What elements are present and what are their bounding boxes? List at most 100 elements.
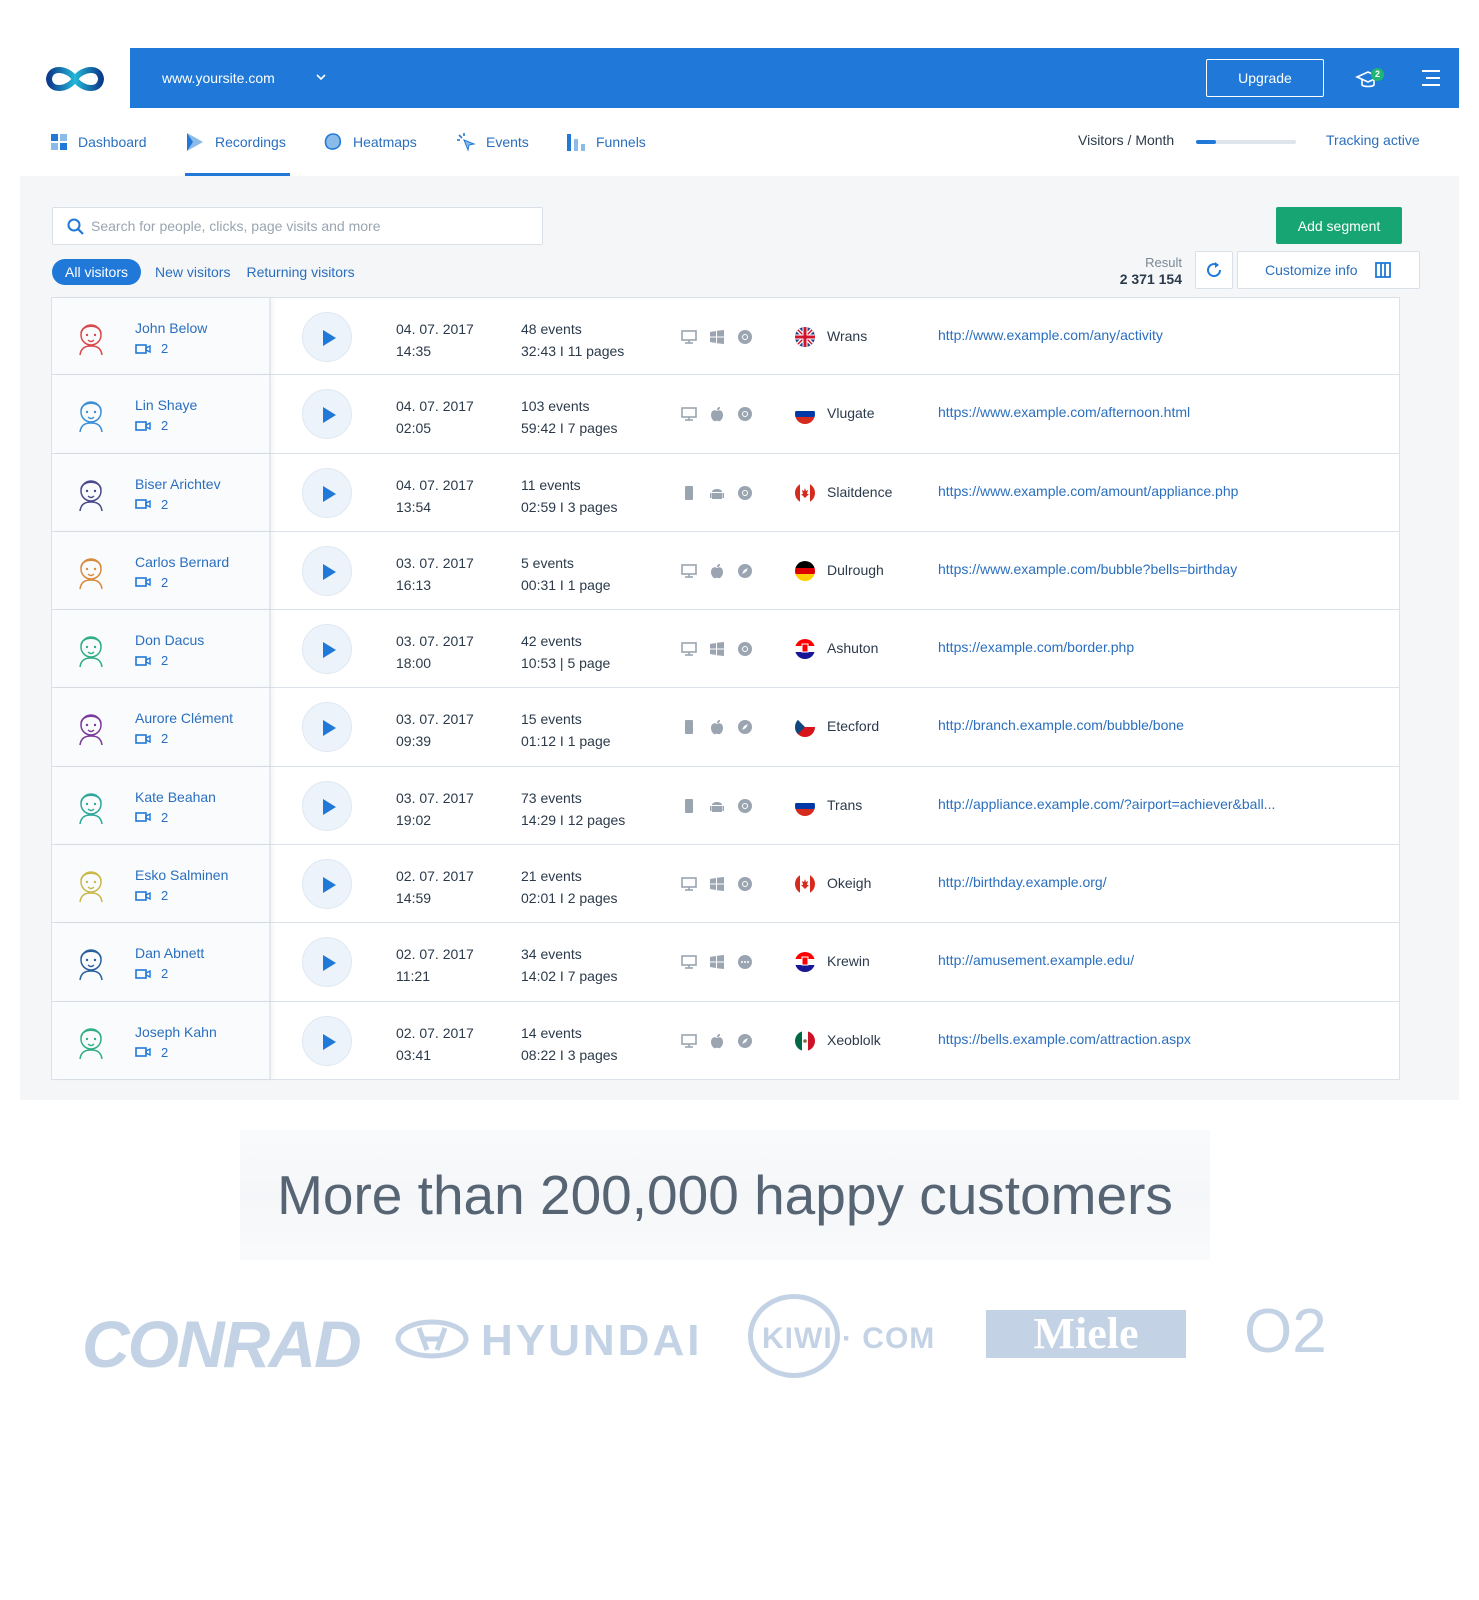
recording-row[interactable]: Carlos Bernard 2 03. 07. 2017 16:13 5 events… xyxy=(51,531,1400,611)
tab-dashboard[interactable]: Dashboard xyxy=(50,108,147,176)
play-button[interactable] xyxy=(302,1015,352,1066)
entry-url-link[interactable]: https://example.com/border.php xyxy=(938,639,1134,655)
play-button[interactable] xyxy=(302,624,352,675)
desktop-icon xyxy=(680,875,708,893)
play-button[interactable] xyxy=(302,702,352,753)
entry-url-link[interactable]: http://amusement.example.edu/ xyxy=(938,952,1134,968)
visitor-name[interactable]: Aurore Clément xyxy=(135,710,233,726)
play-button[interactable] xyxy=(302,312,352,362)
recordings-count: 2 xyxy=(161,496,169,512)
recording-row[interactable]: Kate Beahan 2 03. 07. 2017 19:02 73 events 14… xyxy=(51,766,1400,846)
tab-recordings[interactable]: Recordings xyxy=(185,108,290,176)
customize-info-button[interactable]: Customize info xyxy=(1237,251,1420,289)
entry-url-link[interactable]: https://bells.example.com/attraction.asp… xyxy=(938,1031,1191,1047)
customize-info-label: Customize info xyxy=(1265,262,1358,278)
site-selector[interactable]: www.yoursite.com xyxy=(162,48,275,108)
play-button[interactable] xyxy=(302,937,352,988)
recording-row[interactable]: Lin Shaye 2 04. 07. 2017 02:05 103 events 59:… xyxy=(51,375,1400,454)
filter-all-visitors[interactable]: All visitors xyxy=(52,259,142,285)
filter-returning-visitors[interactable]: Returning visitors xyxy=(246,264,354,280)
visitor-city: Trans xyxy=(827,796,863,813)
recording-row[interactable]: Esko Salminen 2 02. 07. 2017 14:59 21 events… xyxy=(51,845,1400,924)
recording-stats: 11 events 02:59 I 3 pages xyxy=(521,474,618,518)
events-count: 34 events xyxy=(521,946,582,963)
video-camera-icon xyxy=(135,655,151,666)
entry-url-link[interactable]: http://birthday.example.org/ xyxy=(938,874,1107,890)
recording-datetime: 04. 07. 2017 02:05 xyxy=(396,395,474,439)
avatar-icon xyxy=(72,630,110,668)
video-camera-icon xyxy=(135,734,151,744)
visitor-city: Wrans xyxy=(827,328,868,344)
visitor-name[interactable]: Carlos Bernard xyxy=(135,554,229,570)
recording-row[interactable]: Dan Abnett 2 02. 07. 2017 11:21 34 events 14:… xyxy=(51,923,1400,1002)
recording-datetime: 03. 07. 2017 19:02 xyxy=(396,787,474,831)
visitor-city: Vlugate xyxy=(827,405,875,422)
tracking-status-link[interactable]: Tracking active xyxy=(1326,132,1420,148)
entry-url-link[interactable]: https://www.example.com/afternoon.html xyxy=(938,404,1190,420)
entry-url-link[interactable]: http://appliance.example.com/?airport=ac… xyxy=(938,796,1275,812)
refresh-icon xyxy=(1207,262,1222,278)
tab-events[interactable]: Events xyxy=(456,108,529,176)
add-segment-button[interactable]: Add segment xyxy=(1276,207,1402,244)
mobile-icon xyxy=(680,718,708,736)
desktop-icon xyxy=(680,1032,708,1050)
duration-pages: 59:42 I 7 pages xyxy=(521,420,618,437)
avatar-icon xyxy=(72,708,110,746)
recording-date: 04. 07. 2017 xyxy=(396,321,474,337)
infinity-logo-icon[interactable] xyxy=(44,62,106,96)
recording-row[interactable]: Don Dacus 2 03. 07. 2017 18:00 42 events 10:5… xyxy=(51,610,1400,689)
recording-datetime: 03. 07. 2017 09:39 xyxy=(396,708,474,752)
entry-url-link[interactable]: https://www.example.com/amount/appliance… xyxy=(938,483,1238,499)
avatar-icon xyxy=(72,787,110,825)
conrad-logo: CONRAD xyxy=(82,1307,362,1381)
apple-icon xyxy=(708,1032,736,1050)
recording-time: 09:39 xyxy=(396,733,432,750)
recordings-icon xyxy=(187,133,203,151)
entry-url-link[interactable]: https://www.example.com/bubble?bells=bir… xyxy=(938,561,1237,577)
visitor-name[interactable]: Joseph Kahn xyxy=(135,1024,217,1040)
visitor-name[interactable]: Lin Shaye xyxy=(135,397,197,413)
visitor-name[interactable]: Don Dacus xyxy=(135,632,204,648)
recording-row[interactable]: Joseph Kahn 2 02. 07. 2017 03:41 14 events 08… xyxy=(51,1001,1400,1080)
visitor-name[interactable]: Dan Abnett xyxy=(135,945,204,961)
entry-url-link[interactable]: http://www.example.com/any/activity xyxy=(938,327,1163,343)
visitor-cell: Dan Abnett 2 xyxy=(52,923,271,1001)
search-input[interactable] xyxy=(91,208,531,244)
tab-funnels[interactable]: Funnels xyxy=(566,108,646,176)
recording-row[interactable]: Biser Arichtev 2 04. 07. 2017 13:54 11 event… xyxy=(51,453,1400,532)
tab-heatmaps[interactable]: Heatmaps xyxy=(323,108,417,176)
events-count: 11 events xyxy=(521,476,581,493)
visitor-cell: Joseph Kahn 2 xyxy=(52,1001,271,1079)
flag-hr-icon xyxy=(795,952,815,973)
events-count: 103 events xyxy=(521,398,590,415)
visitor-cell: Kate Beahan 2 xyxy=(52,766,271,845)
play-button[interactable] xyxy=(302,545,352,596)
chrome-icon xyxy=(736,797,764,815)
visitor-name[interactable]: Biser Arichtev xyxy=(135,476,221,492)
play-icon xyxy=(323,485,336,502)
windows-icon xyxy=(708,328,736,346)
filter-new-visitors[interactable]: New visitors xyxy=(155,264,230,280)
play-button[interactable] xyxy=(302,859,352,910)
recording-stats: 42 events 10:53 | 5 page xyxy=(521,630,610,674)
play-button[interactable] xyxy=(302,389,352,440)
visitor-name[interactable]: John Below xyxy=(135,320,207,336)
recording-row[interactable]: John Below 2 04. 07. 2017 14:35 48 events 32:… xyxy=(51,297,1400,376)
apple-icon xyxy=(708,718,736,736)
recording-row[interactable]: Aurore Clément 2 03. 07. 2017 09:39 15 event… xyxy=(51,688,1400,767)
hamburger-menu-icon[interactable] xyxy=(1418,68,1442,88)
visitor-name[interactable]: Kate Beahan xyxy=(135,789,216,805)
flag-de-icon xyxy=(795,560,815,581)
visitor-recordings: 2 xyxy=(135,575,168,590)
technology-icons xyxy=(680,718,764,736)
chevron-down-icon[interactable] xyxy=(316,72,326,82)
technology-icons xyxy=(680,640,764,658)
visitor-name[interactable]: Esko Salminen xyxy=(135,867,228,883)
upgrade-button[interactable]: Upgrade xyxy=(1206,59,1324,97)
play-button[interactable] xyxy=(302,780,352,831)
play-button[interactable] xyxy=(302,467,352,518)
result-label: Result xyxy=(1145,255,1182,270)
recording-time: 02:05 xyxy=(396,420,432,437)
entry-url-link[interactable]: http://branch.example.com/bubble/bone xyxy=(938,717,1184,733)
refresh-button[interactable] xyxy=(1195,251,1233,289)
